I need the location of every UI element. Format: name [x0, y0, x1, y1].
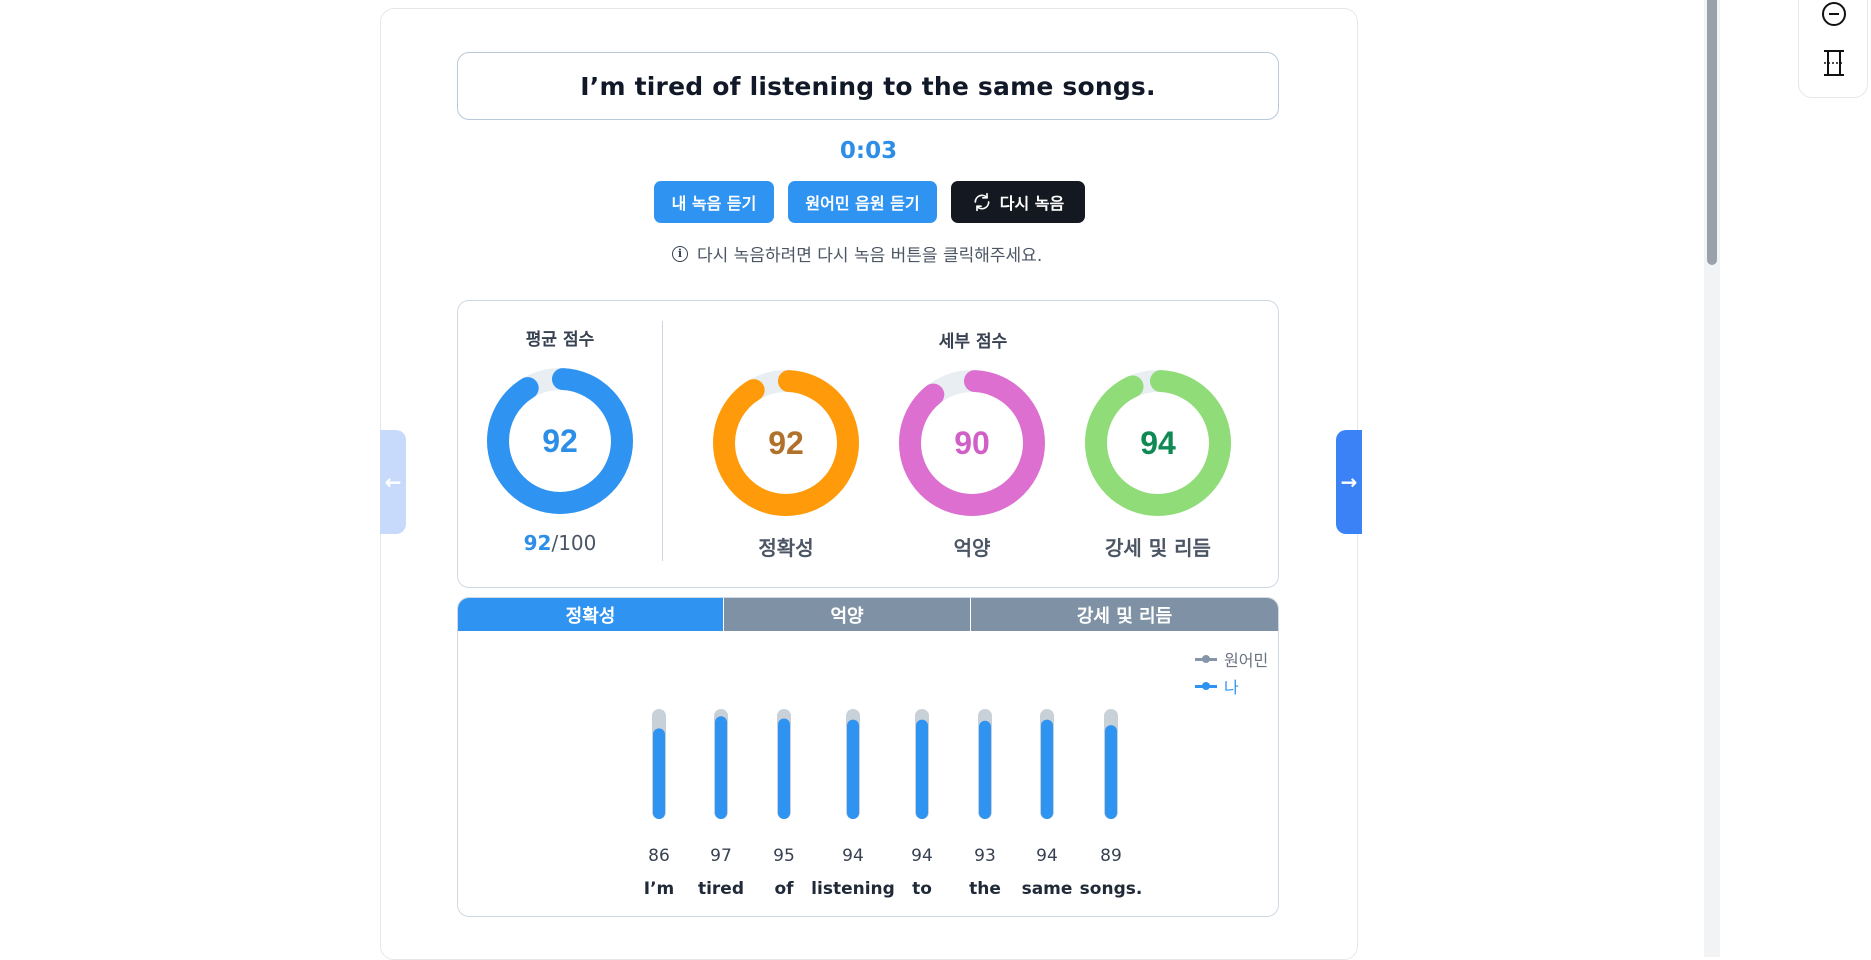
- bar-value-label: 97: [710, 846, 732, 866]
- intonation-label: 억양: [953, 536, 991, 560]
- average-score-summary: 92/100: [480, 531, 640, 555]
- previous-sentence-button[interactable]: ←: [380, 430, 406, 534]
- play-my-recording-label: 내 녹음 듣기: [671, 194, 757, 213]
- accuracy-donut: 92: [713, 370, 859, 516]
- average-score-heading: 평균 점수: [525, 330, 595, 350]
- next-sentence-button[interactable]: →: [1336, 430, 1362, 534]
- rerecord-hint: i 다시 녹음하려면 다시 녹음 버튼을 클릭해주세요.: [672, 241, 1042, 266]
- stress-rhythm-donut: 94: [1085, 370, 1231, 516]
- play-my-recording-button[interactable]: 내 녹음 듣기: [654, 181, 774, 223]
- detail-score-heading: 세부 점수: [938, 332, 1008, 352]
- info-icon: i: [672, 245, 688, 262]
- refresh-icon: [974, 192, 990, 212]
- arrow-right-icon: →: [1340, 470, 1358, 494]
- sentence-text: I’m tired of listening to the same songs…: [580, 71, 1156, 101]
- stress-rhythm-label: 강세 및 리듬: [1105, 536, 1211, 560]
- bar-value-label: 89: [1100, 846, 1122, 866]
- rerecord-button[interactable]: 다시 녹음: [951, 181, 1085, 223]
- average-score-number: 92: [523, 531, 552, 555]
- legend-native-swatch: [1195, 654, 1217, 664]
- sentence-box: I’m tired of listening to the same songs…: [457, 52, 1279, 120]
- tab-stress-rhythm[interactable]: 강세 및 리듬: [970, 598, 1278, 631]
- scrollbar-thumb[interactable]: [1707, 0, 1717, 265]
- arrow-left-icon: ←: [384, 470, 402, 494]
- average-score-value: 92: [542, 423, 578, 459]
- play-native-audio-label: 원어민 음원 듣기: [805, 194, 920, 213]
- chart-legend: 원어민 나: [1195, 645, 1268, 699]
- intonation-donut: 90: [899, 370, 1045, 516]
- legend-native-label: 원어민: [1224, 650, 1269, 670]
- legend-item-native: 원어민: [1195, 645, 1268, 672]
- detail-tabs: 정확성 억양 강세 및 리듬: [458, 598, 1278, 631]
- fit-height-icon[interactable]: [1821, 48, 1847, 78]
- detail-chart-panel: 정확성 억양 강세 및 리듬: [457, 597, 1279, 917]
- bar-value-label: 94: [911, 846, 933, 866]
- intonation-score-value: 90: [954, 425, 990, 461]
- average-score-donut: 92: [487, 368, 633, 514]
- bar-value-label: 94: [1036, 846, 1058, 866]
- rerecord-label: 다시 녹음: [999, 194, 1065, 213]
- tab-intonation[interactable]: 억양: [723, 598, 970, 631]
- recording-timer: 0:03: [839, 138, 898, 164]
- bar-value-label: 95: [773, 846, 795, 866]
- legend-me-label: 나: [1224, 677, 1239, 697]
- stress-rhythm-score-value: 94: [1140, 425, 1176, 461]
- accuracy-label: 정확성: [758, 536, 814, 560]
- legend-me-swatch: [1195, 681, 1217, 691]
- bar-value-label: 94: [842, 846, 864, 866]
- bar-word-label: songs.: [1079, 879, 1143, 899]
- accuracy-score-value: 92: [768, 425, 804, 461]
- bar-value-label: 93: [974, 846, 996, 866]
- bar-value-label: 86: [648, 846, 670, 866]
- average-score-max: /100: [551, 531, 597, 555]
- legend-item-me: 나: [1195, 672, 1268, 699]
- zoom-out-icon[interactable]: [1821, 1, 1847, 27]
- tab-accuracy[interactable]: 정확성: [458, 598, 723, 631]
- side-toolbar: [1798, 0, 1868, 98]
- score-divider: [662, 321, 663, 561]
- rerecord-hint-text: 다시 녹음하려면 다시 녹음 버튼을 클릭해주세요.: [697, 246, 1043, 266]
- play-native-audio-button[interactable]: 원어민 음원 듣기: [788, 181, 937, 223]
